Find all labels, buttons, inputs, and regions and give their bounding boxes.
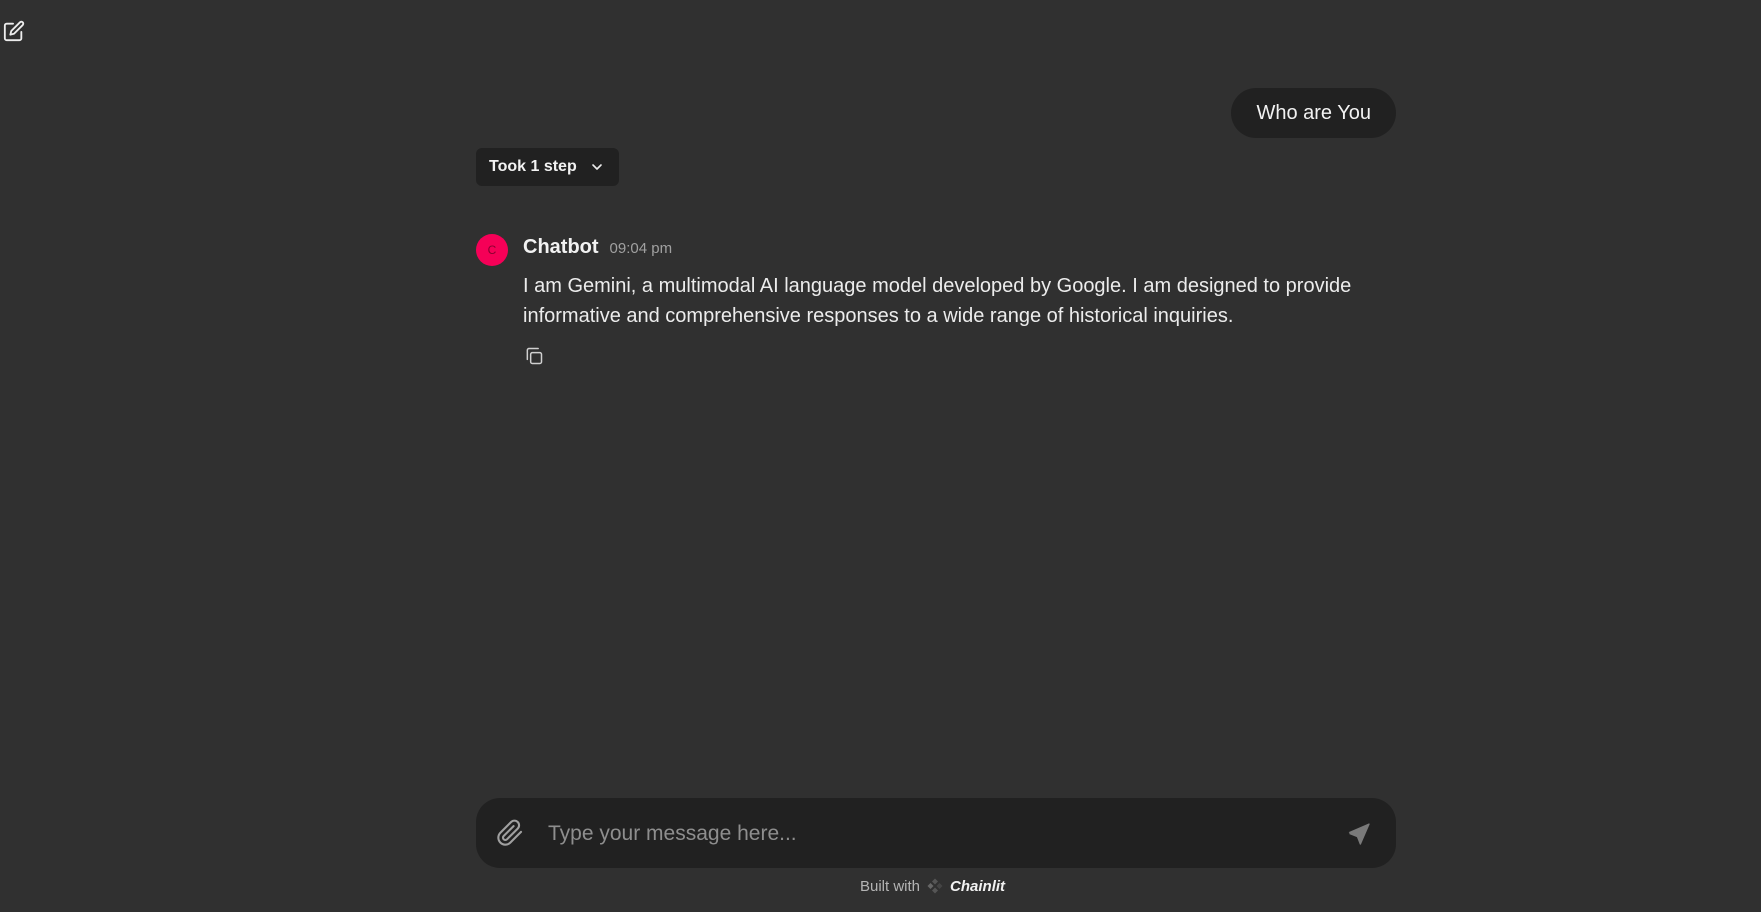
avatar-letter: C [487,243,497,257]
chevron-down-icon [591,164,602,170]
footer-brand[interactable]: Chainlit [950,878,1005,895]
copy-button[interactable] [522,344,546,368]
edit-square-icon [3,20,25,42]
chainlit-logo-icon [927,878,943,894]
user-message-bubble: Who are You [1231,88,1396,138]
author-name: Chatbot [523,236,599,258]
message-timestamp: 09:04 pm [609,240,673,257]
avatar: C [476,234,508,266]
paperclip-icon [497,819,523,846]
send-button[interactable] [1344,818,1374,848]
message-header: Chatbot 09:04 pm [523,236,672,259]
message-input[interactable] [546,813,1310,855]
user-message-text: Who are You [1256,101,1371,124]
footer-prefix: Built with [860,877,921,895]
new-chat-button[interactable] [0,17,28,45]
steps-label: Took 1 step [489,158,577,175]
copy-icon [526,347,543,365]
footer-attribution: Built with Chainlit [860,877,1005,895]
send-icon [1348,823,1370,845]
steps-toggle-button[interactable]: Took 1 step [476,148,619,186]
attach-file-button[interactable] [494,817,526,849]
assistant-message-text: I am Gemini, a multimodal AI language mo… [523,275,1352,327]
message-composer [476,798,1396,868]
